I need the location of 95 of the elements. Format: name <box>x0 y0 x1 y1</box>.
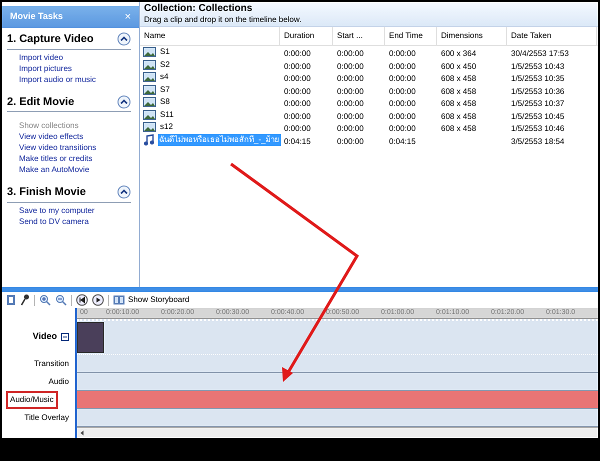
column-header[interactable]: Duration <box>280 27 333 45</box>
column-header[interactable]: Date Taken <box>507 27 597 45</box>
film-icon[interactable] <box>6 294 16 306</box>
table-cell: 0:00:00 <box>337 74 364 84</box>
task-link[interactable]: View video effects <box>19 131 131 142</box>
table-cell: 0:00:00 <box>389 62 416 71</box>
table-cell: 608 x 458 <box>441 74 476 84</box>
column-header[interactable]: Name <box>140 27 280 45</box>
table-cell: 608 x 458 <box>441 86 476 96</box>
table-cell: 0:00:00 <box>284 112 311 121</box>
scroll-left-icon[interactable] <box>79 430 85 436</box>
table-cell: 0:04:15 <box>389 136 416 146</box>
clip-name[interactable]: s4 <box>159 71 170 84</box>
microphone-icon[interactable] <box>20 294 30 306</box>
rewind-icon[interactable] <box>76 294 88 306</box>
table-cell: 0:00:00 <box>389 124 416 134</box>
table-cell: 608 x 458 <box>441 112 476 121</box>
table-cell: 608 x 458 <box>441 99 476 108</box>
task-link[interactable]: Make titles or credits <box>19 153 131 164</box>
music-note-icon <box>143 134 155 146</box>
collapse-icon[interactable] <box>117 185 131 200</box>
table-cell: 600 x 364 <box>441 49 476 58</box>
table-cell: 0:00:00 <box>337 86 364 96</box>
track-label: Video <box>32 330 57 344</box>
collection-title: Collection: Collections <box>144 2 254 15</box>
column-header[interactable]: Dimensions <box>437 27 507 45</box>
task-link[interactable]: Make an AutoMovie <box>19 164 131 175</box>
clip-name[interactable]: S11 <box>159 108 175 121</box>
table-cell: 0:00:00 <box>389 49 416 58</box>
table-cell: 0:00:00 <box>284 124 311 134</box>
table-cell: 0:00:00 <box>284 99 311 108</box>
table-cell: 0:00:00 <box>284 74 311 84</box>
table-cell: 1/5/2553 10:45 <box>511 112 564 121</box>
table-cell: 0:00:00 <box>389 112 416 121</box>
picture-file-icon <box>143 122 156 132</box>
table-cell: 0:00:00 <box>337 112 364 121</box>
table-cell: 0:00:00 <box>337 136 364 146</box>
zoom-out-icon[interactable] <box>55 294 67 306</box>
table-cell: 1/5/2553 10:43 <box>511 62 564 71</box>
picture-file-icon <box>143 97 156 108</box>
table-cell: 608 x 458 <box>441 124 476 134</box>
track-label: Audio <box>48 376 69 388</box>
section-title: 1. Capture Video <box>7 32 94 47</box>
clip-name[interactable]: S1 <box>159 46 171 58</box>
task-link[interactable]: Import audio or music <box>19 74 131 84</box>
task-link[interactable]: Save to my computer <box>19 204 131 216</box>
clip-name[interactable]: S8 <box>159 96 171 108</box>
clip-name[interactable]: S2 <box>159 58 171 71</box>
table-cell: 0:00:00 <box>389 74 416 84</box>
section-title: 2. Edit Movie <box>7 94 74 110</box>
table-cell: 1/5/2553 10:35 <box>511 74 564 84</box>
table-cell: 0:00:00 <box>337 62 364 71</box>
clip-name[interactable]: S7 <box>159 84 171 96</box>
task-link[interactable]: Send to DV camera <box>19 216 131 226</box>
show-storyboard-button[interactable]: Show Storyboard <box>113 294 190 306</box>
play-icon[interactable] <box>92 294 104 306</box>
collapse-icon[interactable] <box>61 333 69 341</box>
table-cell: 0:00:00 <box>337 49 364 58</box>
table-cell: 600 x 450 <box>441 62 476 71</box>
task-link[interactable]: Import pictures <box>19 62 131 74</box>
clip-name[interactable]: s12 <box>159 121 174 134</box>
table-cell: 1/5/2553 10:46 <box>511 124 564 134</box>
table-cell: 0:04:15 <box>284 136 311 146</box>
picture-file-icon <box>143 60 156 70</box>
horizontal-scrollbar[interactable] <box>77 427 598 437</box>
section-title: 3. Finish Movie <box>7 185 86 200</box>
task-link[interactable]: View video transitions <box>19 142 131 153</box>
table-cell: 0:00:00 <box>389 99 416 108</box>
column-header[interactable]: Start ... <box>333 27 385 45</box>
collapse-icon[interactable] <box>117 94 131 109</box>
column-header[interactable]: End Time <box>385 27 437 45</box>
picture-file-icon <box>143 110 156 120</box>
task-link[interactable]: Import video <box>19 52 131 62</box>
picture-file-icon <box>143 72 156 82</box>
table-cell: 0:00:00 <box>337 99 364 108</box>
picture-file-icon <box>143 47 156 58</box>
table-cell: 0:00:00 <box>284 49 311 58</box>
table-cell: 1/5/2553 10:36 <box>511 86 564 96</box>
table-cell: 0:00:00 <box>337 124 364 134</box>
table-cell: 0:00:00 <box>284 86 311 96</box>
zoom-in-icon[interactable] <box>39 294 51 306</box>
table-cell: 30/4/2553 17:53 <box>511 49 569 58</box>
track-label: Title Overlay <box>24 412 69 424</box>
track-label: Transition <box>34 358 69 370</box>
panel-title: Movie Tasks <box>10 10 63 24</box>
video-thumbnail[interactable] <box>77 322 104 353</box>
table-cell: 0:00:00 <box>389 86 416 96</box>
table-cell: 0:00:00 <box>284 62 311 71</box>
track-label: Audio/Music <box>6 391 58 409</box>
collapse-icon[interactable] <box>117 32 131 46</box>
picture-file-icon <box>143 84 156 95</box>
collection-subtitle: Drag a clip and drop it on the timeline below. <box>144 15 302 25</box>
table-cell: 1/5/2553 10:37 <box>511 99 564 108</box>
storyboard-icon <box>113 295 125 305</box>
table-cell: 3/5/2553 18:54 <box>511 136 564 146</box>
